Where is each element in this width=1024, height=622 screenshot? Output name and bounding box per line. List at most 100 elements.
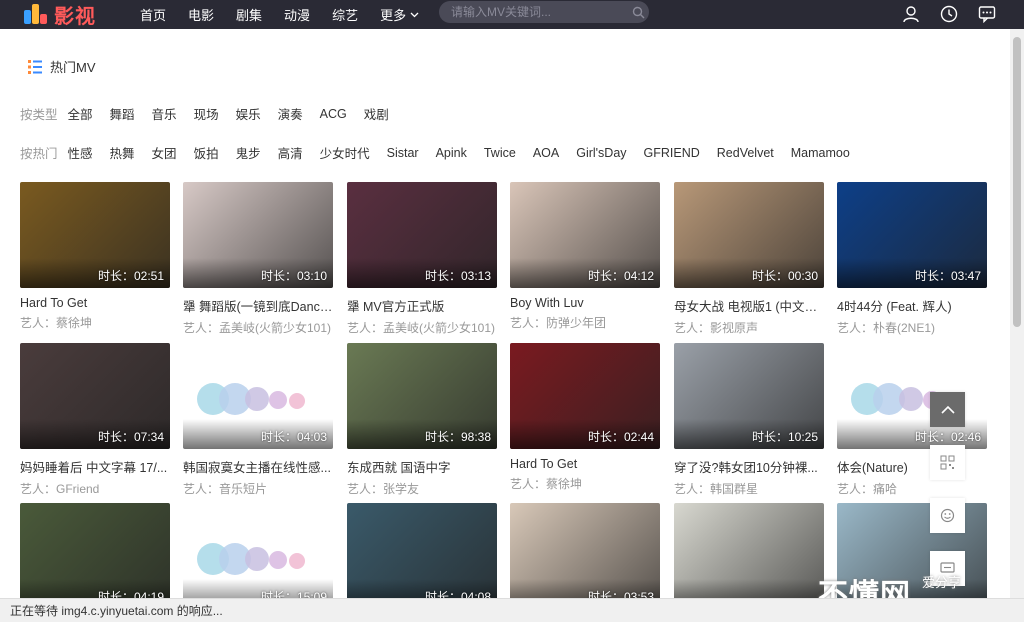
mv-card[interactable]: 时长：03:13 犟 MV官方正式版 艺人：孟美岐(火箭少女101) xyxy=(347,182,497,336)
filter-type-option-6[interactable]: ACG xyxy=(320,107,347,121)
filter-hot-option-3[interactable]: 饭拍 xyxy=(194,143,219,162)
mv-card[interactable]: 时长：04:12 Boy With Luv 艺人：防弹少年团 xyxy=(510,182,660,331)
filter-type-option-1[interactable]: 舞蹈 xyxy=(110,104,135,123)
mv-title[interactable]: 妈妈睡着后 中文字幕 17/... xyxy=(20,457,170,476)
duration-badge: 时长：04:12 xyxy=(587,269,654,283)
mv-thumbnail[interactable]: 时长：03:10 xyxy=(183,182,333,288)
filter-type-option-0[interactable]: 全部 xyxy=(68,104,93,123)
search-input[interactable] xyxy=(439,5,627,19)
section-title: 热门MV xyxy=(50,60,96,75)
mv-artist[interactable]: 艺人：GFriend xyxy=(20,480,170,497)
mv-artist[interactable]: 艺人：孟美岐(火箭少女101) xyxy=(183,319,333,336)
filter-row-type: 按类型 全部 舞蹈 音乐 现场 娱乐 演奏 ACG 戏剧 xyxy=(20,104,406,123)
filter-hot-option-8[interactable]: Apink xyxy=(436,146,467,160)
filter-hot-option-11[interactable]: Girl'sDay xyxy=(576,146,626,160)
mv-thumbnail[interactable]: 时长：03:13 xyxy=(347,182,497,288)
back-to-top-button[interactable] xyxy=(930,392,965,427)
duration-badge: 时长：07:34 xyxy=(97,430,164,444)
qr-code-button[interactable] xyxy=(930,445,965,480)
mv-artist[interactable]: 艺人：张学友 xyxy=(347,480,497,497)
site-logo[interactable]: 影视 xyxy=(24,2,96,28)
top-icons xyxy=(884,3,998,25)
nav-item-series[interactable]: 剧集 xyxy=(236,5,262,24)
duration-badge: 时长：10:25 xyxy=(751,430,818,444)
mv-thumbnail[interactable]: 时长：00:30 xyxy=(674,182,824,288)
mv-thumbnail[interactable]: 时长：02:44 xyxy=(510,343,660,449)
nav-item-more[interactable]: 更多 xyxy=(380,5,419,24)
nav-item-anime[interactable]: 动漫 xyxy=(284,5,310,24)
filter-type-option-4[interactable]: 娱乐 xyxy=(236,104,261,123)
mv-thumbnail[interactable]: 时长：07:34 xyxy=(20,343,170,449)
mv-title[interactable]: Hard To Get xyxy=(510,457,660,471)
mv-thumbnail[interactable]: 时长：10:25 xyxy=(674,343,824,449)
mv-thumbnail[interactable]: 时长：15:09 xyxy=(183,503,333,609)
mv-card[interactable]: 时长：98:38 东成西就 国语中字 艺人：张学友 xyxy=(347,343,497,497)
filter-type-option-2[interactable]: 音乐 xyxy=(152,104,177,123)
mv-artist[interactable]: 艺人：影视原声 xyxy=(674,319,824,336)
nav-item-home[interactable]: 首页 xyxy=(140,5,166,24)
mv-card[interactable]: 时长：03:47 4时44分 (Feat. 辉人) 艺人：朴春(2NE1) xyxy=(837,182,987,336)
filter-hot-option-13[interactable]: RedVelvet xyxy=(717,146,774,160)
filter-type-option-7[interactable]: 戏剧 xyxy=(364,104,389,123)
filter-type-option-5[interactable]: 演奏 xyxy=(278,104,303,123)
section-header: 热门MV xyxy=(28,57,96,76)
feedback-button[interactable] xyxy=(930,498,965,533)
mv-card[interactable]: 时长：00:30 母女大战 电视版1 (中文字... 艺人：影视原声 xyxy=(674,182,824,336)
mv-card[interactable]: 时长：04:03 韩国寂寞女主播在线性感... 艺人：音乐短片 xyxy=(183,343,333,497)
message-icon[interactable] xyxy=(976,3,998,25)
mv-title[interactable]: 犟 MV官方正式版 xyxy=(347,296,497,315)
mv-title[interactable]: 4时44分 (Feat. 辉人) xyxy=(837,296,987,315)
mv-thumbnail[interactable]: 时长：03:47 xyxy=(837,182,987,288)
filter-hot-option-9[interactable]: Twice xyxy=(484,146,516,160)
mv-title[interactable]: 穿了没?韩女团10分钟裸... xyxy=(674,457,824,476)
mv-title[interactable]: 东成西就 国语中字 xyxy=(347,457,497,476)
filter-hot-option-12[interactable]: GFRIEND xyxy=(644,146,700,160)
mv-card[interactable]: 时长：03:10 犟 舞蹈版(一镜到底Dance... 艺人：孟美岐(火箭少女101… xyxy=(183,182,333,336)
mv-title[interactable]: Boy With Luv xyxy=(510,296,660,310)
page-scrollbar[interactable] xyxy=(1010,29,1024,598)
mv-artist[interactable]: 艺人：蔡徐坤 xyxy=(20,314,170,331)
mv-artist[interactable]: 艺人：孟美岐(火箭少女101) xyxy=(347,319,497,336)
nav-item-movie[interactable]: 电影 xyxy=(188,5,214,24)
mv-thumbnail[interactable]: 时长：04:19 xyxy=(20,503,170,609)
filter-hot-option-7[interactable]: Sistar xyxy=(387,146,419,160)
mv-thumbnail[interactable]: 时长：02:51 xyxy=(20,182,170,288)
mv-title[interactable]: 犟 舞蹈版(一镜到底Dance... xyxy=(183,296,333,315)
filter-hot-option-0[interactable]: 性感 xyxy=(68,143,93,162)
logo-text: 影视 xyxy=(54,5,96,28)
nav-item-variety[interactable]: 综艺 xyxy=(332,5,358,24)
top-nav-bar: 影视 首页 电影 剧集 动漫 综艺 更多 xyxy=(0,0,1024,29)
mv-artist[interactable]: 艺人：蔡徐坤 xyxy=(510,475,660,492)
filter-row-hot: 按热门 性感 热舞 女团 饭拍 鬼步 高清 少女时代 Sistar Apink Twice AOA G… xyxy=(20,143,867,162)
mv-card[interactable]: 时长：07:34 妈妈睡着后 中文字幕 17/... 艺人：GFriend xyxy=(20,343,170,497)
filter-hot-option-2[interactable]: 女团 xyxy=(152,143,177,162)
user-icon[interactable] xyxy=(900,3,922,25)
filter-hot-option-1[interactable]: 热舞 xyxy=(110,143,135,162)
mv-thumbnail[interactable]: 时长：04:03 xyxy=(183,343,333,449)
filter-hot-option-6[interactable]: 少女时代 xyxy=(320,143,370,162)
mv-artist[interactable]: 艺人：音乐短片 xyxy=(183,480,333,497)
filter-hot-label: 按热门 xyxy=(20,147,58,161)
mv-title[interactable]: Hard To Get xyxy=(20,296,170,310)
mv-title[interactable]: 韩国寂寞女主播在线性感... xyxy=(183,457,333,476)
mv-artist[interactable]: 艺人：防弹少年团 xyxy=(510,314,660,331)
mv-artist[interactable]: 艺人：韩国群星 xyxy=(674,480,824,497)
mv-card[interactable]: 时长：10:25 穿了没?韩女团10分钟裸... 艺人：韩国群星 xyxy=(674,343,824,497)
history-clock-icon[interactable] xyxy=(938,3,960,25)
mv-thumbnail[interactable] xyxy=(674,503,824,609)
mv-card[interactable]: 时长：02:44 Hard To Get 艺人：蔡徐坤 xyxy=(510,343,660,492)
search-icon[interactable] xyxy=(627,6,649,19)
filter-hot-option-10[interactable]: AOA xyxy=(533,146,559,160)
mv-thumbnail[interactable]: 时长：98:38 xyxy=(347,343,497,449)
mv-title[interactable]: 母女大战 电视版1 (中文字... xyxy=(674,296,824,315)
filter-hot-option-4[interactable]: 鬼步 xyxy=(236,143,261,162)
filter-hot-option-5[interactable]: 高清 xyxy=(278,143,303,162)
mv-thumbnail[interactable]: 时长：04:12 xyxy=(510,182,660,288)
mv-artist[interactable]: 艺人：朴春(2NE1) xyxy=(837,319,987,336)
scrollbar-thumb[interactable] xyxy=(1013,37,1021,327)
filter-hot-option-14[interactable]: Mamamoo xyxy=(791,146,850,160)
mv-thumbnail[interactable]: 时长：03:53 xyxy=(510,503,660,609)
mv-card[interactable]: 时长：02:51 Hard To Get 艺人：蔡徐坤 xyxy=(20,182,170,331)
filter-type-option-3[interactable]: 现场 xyxy=(194,104,219,123)
mv-thumbnail[interactable]: 时长：04:08 xyxy=(347,503,497,609)
